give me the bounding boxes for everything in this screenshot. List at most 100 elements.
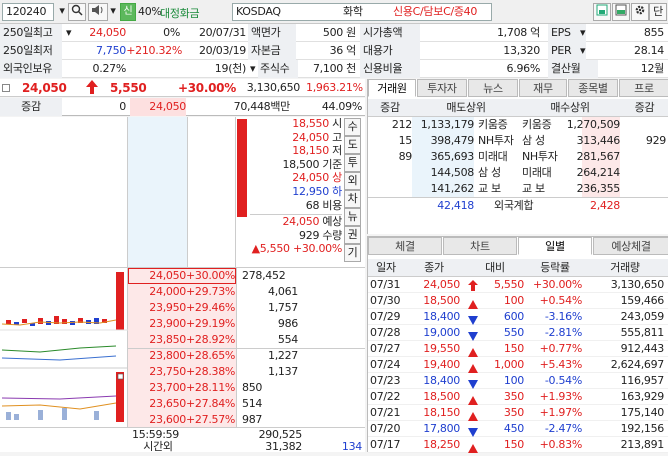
broker-buy-volume: 281,567 (576, 150, 621, 163)
stock-info-panel: 250일최고 ▾ 24,050 0% 20/07/31 액면가 500 원 시가… (0, 24, 668, 78)
daily-row[interactable]: 07/21 18,150 350 +1.97% 175,140 (368, 405, 668, 421)
sector-label: 화학 (343, 5, 363, 18)
stock-code-input[interactable]: 120240 (2, 3, 54, 21)
side-btn-1[interactable]: 수 (344, 118, 361, 136)
save-icon[interactable] (593, 3, 611, 21)
broker-row[interactable]: 141,262 교 보 교 보 236,355 (368, 181, 668, 197)
daily-row[interactable]: 07/31 24,050 5,550 +30.00% 3,130,650 (368, 277, 668, 293)
gear-icon[interactable] (631, 3, 649, 21)
tab-investor[interactable]: 투자자 (417, 79, 467, 97)
orderbook-row-1[interactable]: 24,000 +29.73% 4,061 (128, 284, 365, 300)
mini-chart-svg (0, 272, 128, 422)
price-change: 5,550 (110, 81, 147, 95)
daily-change: 150 (503, 342, 524, 355)
daily-rate: -2.81% (544, 326, 582, 339)
orderbook-row-7[interactable]: 23,700 +28.11% 850 (128, 380, 365, 396)
daily-close: 19,400 (423, 358, 460, 371)
tab-by-stock[interactable]: 종목별 (568, 79, 618, 97)
daily-date: 07/31 (370, 278, 401, 291)
info-row-1: 250일최고 ▾ 24,050 0% 20/07/31 액면가 500 원 시가… (0, 24, 668, 42)
broker-row[interactable]: 89 365,693 미래대 NH투자 281,567 (368, 149, 668, 165)
daily-volume: 116,957 (620, 374, 665, 387)
daily-row[interactable]: 07/30 18,500 100 +0.54% 159,466 (368, 293, 668, 309)
tab-daily[interactable]: 일별 (518, 237, 592, 255)
orderbook-row-4[interactable]: 23,850 +28.92% 554 (128, 332, 365, 348)
per-dropdown-icon[interactable]: ▾ (580, 42, 586, 60)
broker-row[interactable]: 15 398,479 NH투자 삼 성 313,446 929 (368, 133, 668, 149)
orderbook-rate: +29.19% (186, 317, 236, 330)
daily-row[interactable]: 07/23 18,400 100 -0.54% 116,957 (368, 373, 668, 389)
broker-row[interactable]: 212 1,133,179 키움증 키움증 1,270,509 (368, 117, 668, 133)
search-icon[interactable] (68, 3, 86, 21)
price-bar-checkbox[interactable] (2, 84, 10, 92)
broker-row[interactable]: 144,508 삼 성 미래대 264,214 (368, 165, 668, 181)
low-250-value: 7,750 (96, 44, 126, 57)
tab-news[interactable]: 뉴스 (468, 79, 518, 97)
side-btn-4-label: 외 (347, 174, 358, 187)
credit-ratio-value: 6.96% (506, 62, 541, 75)
side-btn-4[interactable]: 외 (344, 172, 361, 190)
daily-row[interactable]: 07/29 18,400 600 -3.16% 243,059 (368, 309, 668, 325)
shares-dropdown-icon[interactable]: ▾ (250, 60, 256, 78)
high-250-date: 20/07/31 (198, 26, 246, 39)
orderbook-row-9[interactable]: 23,600 +27.57% 987 (128, 412, 365, 428)
orderbook-row-8[interactable]: 23,650 +27.84% 514 (128, 396, 365, 412)
tab-program[interactable]: 프로 (619, 79, 668, 97)
daily-row[interactable]: 07/24 19,400 1,000 +5.43% 2,624,697 (368, 357, 668, 373)
broker-sell-change: 15 (398, 134, 413, 147)
daily-header-rate: 등락률 (540, 261, 570, 274)
daily-row[interactable]: 07/17 18,250 150 +0.83% 213,891 (368, 437, 668, 453)
tab-expected[interactable]: 예상체결 (593, 237, 668, 255)
high-250-value: 24,050 (89, 26, 126, 39)
side-btn-5[interactable]: 차 (344, 190, 361, 208)
broker-foreign-row: 42,418 외국계합 2,428 (368, 197, 668, 213)
stock-name[interactable]: 대정화금 (160, 5, 200, 21)
tab-program-label: 프로 (634, 82, 654, 95)
broker-buy-name: 키움증 (522, 118, 552, 131)
daily-volume: 243,059 (620, 310, 665, 323)
substitute-label: 대용가 (360, 42, 420, 60)
high-dropdown-icon[interactable]: ▾ (66, 24, 72, 42)
after-hours-qty: 31,382 (265, 440, 302, 453)
code-dropdown-icon[interactable]: ▾ (56, 3, 68, 21)
orderbook-row-5[interactable]: 23,800 +28.65% 1,227 (128, 348, 365, 364)
daily-rate: +1.97% (539, 406, 583, 419)
orderbook-row-0[interactable]: 24,050 +30.00% 278,452 (128, 268, 365, 284)
tab-finance[interactable]: 재무 (519, 79, 567, 97)
side-btn-3[interactable]: 투 (344, 154, 361, 172)
speaker-icon[interactable] (88, 3, 108, 21)
daily-row[interactable]: 07/28 19,000 550 -2.81% 555,811 (368, 325, 668, 341)
daily-row[interactable]: 07/22 18,500 350 +1.93% 163,929 (368, 389, 668, 405)
orderbook-price: 24,050 (149, 269, 186, 282)
eps-dropdown-icon[interactable]: ▾ (580, 24, 586, 42)
orderbook-row-6[interactable]: 23,750 +28.38% 1,137 (128, 364, 365, 380)
ask-qty-area (188, 117, 236, 267)
daily-rate: +1.93% (539, 390, 583, 403)
daily-row[interactable]: 07/27 19,550 150 +0.77% 912,443 (368, 341, 668, 357)
eps-value: 855 (643, 26, 664, 39)
side-btn-7[interactable]: 권 (344, 226, 361, 244)
side-btn-6-label: 뉴 (347, 210, 358, 223)
side-btn-6[interactable]: 뉴 (344, 208, 361, 226)
orderbook-row-2[interactable]: 23,950 +29.46% 1,757 (128, 300, 365, 316)
broker-header-sell-top: 매도상위 (446, 101, 486, 114)
broker-sell-volume: 398,479 (430, 134, 475, 147)
orderbook-footer: 15:59:59 290,525 시간외 31,382 134 (0, 427, 365, 453)
foreign-sell-volume: 42,418 (437, 199, 474, 212)
speaker-dropdown-icon[interactable]: ▾ (108, 3, 118, 21)
side-btn-8[interactable]: 기 (344, 244, 361, 262)
daily-date: 07/27 (370, 342, 401, 355)
orderbook-qty: 987 (242, 413, 263, 426)
summary-low-value: 18,150 (292, 144, 329, 158)
tab-broker[interactable]: 거래원 (368, 79, 416, 97)
orderbook-price: 23,600 (149, 413, 186, 426)
dan-button[interactable]: 단 (649, 3, 667, 21)
layout-icon[interactable] (612, 3, 630, 21)
orderbook-row-3[interactable]: 23,900 +29.19% 986 (128, 316, 365, 332)
broker-buy-volume: 313,446 (576, 134, 621, 147)
side-btn-2[interactable]: 도 (344, 136, 361, 154)
tab-trades[interactable]: 체결 (368, 237, 442, 255)
daily-row[interactable]: 07/20 17,800 450 -2.47% 192,156 (368, 421, 668, 437)
tab-chart[interactable]: 차트 (443, 237, 517, 255)
broker-buy-name: 교 보 (522, 182, 545, 195)
